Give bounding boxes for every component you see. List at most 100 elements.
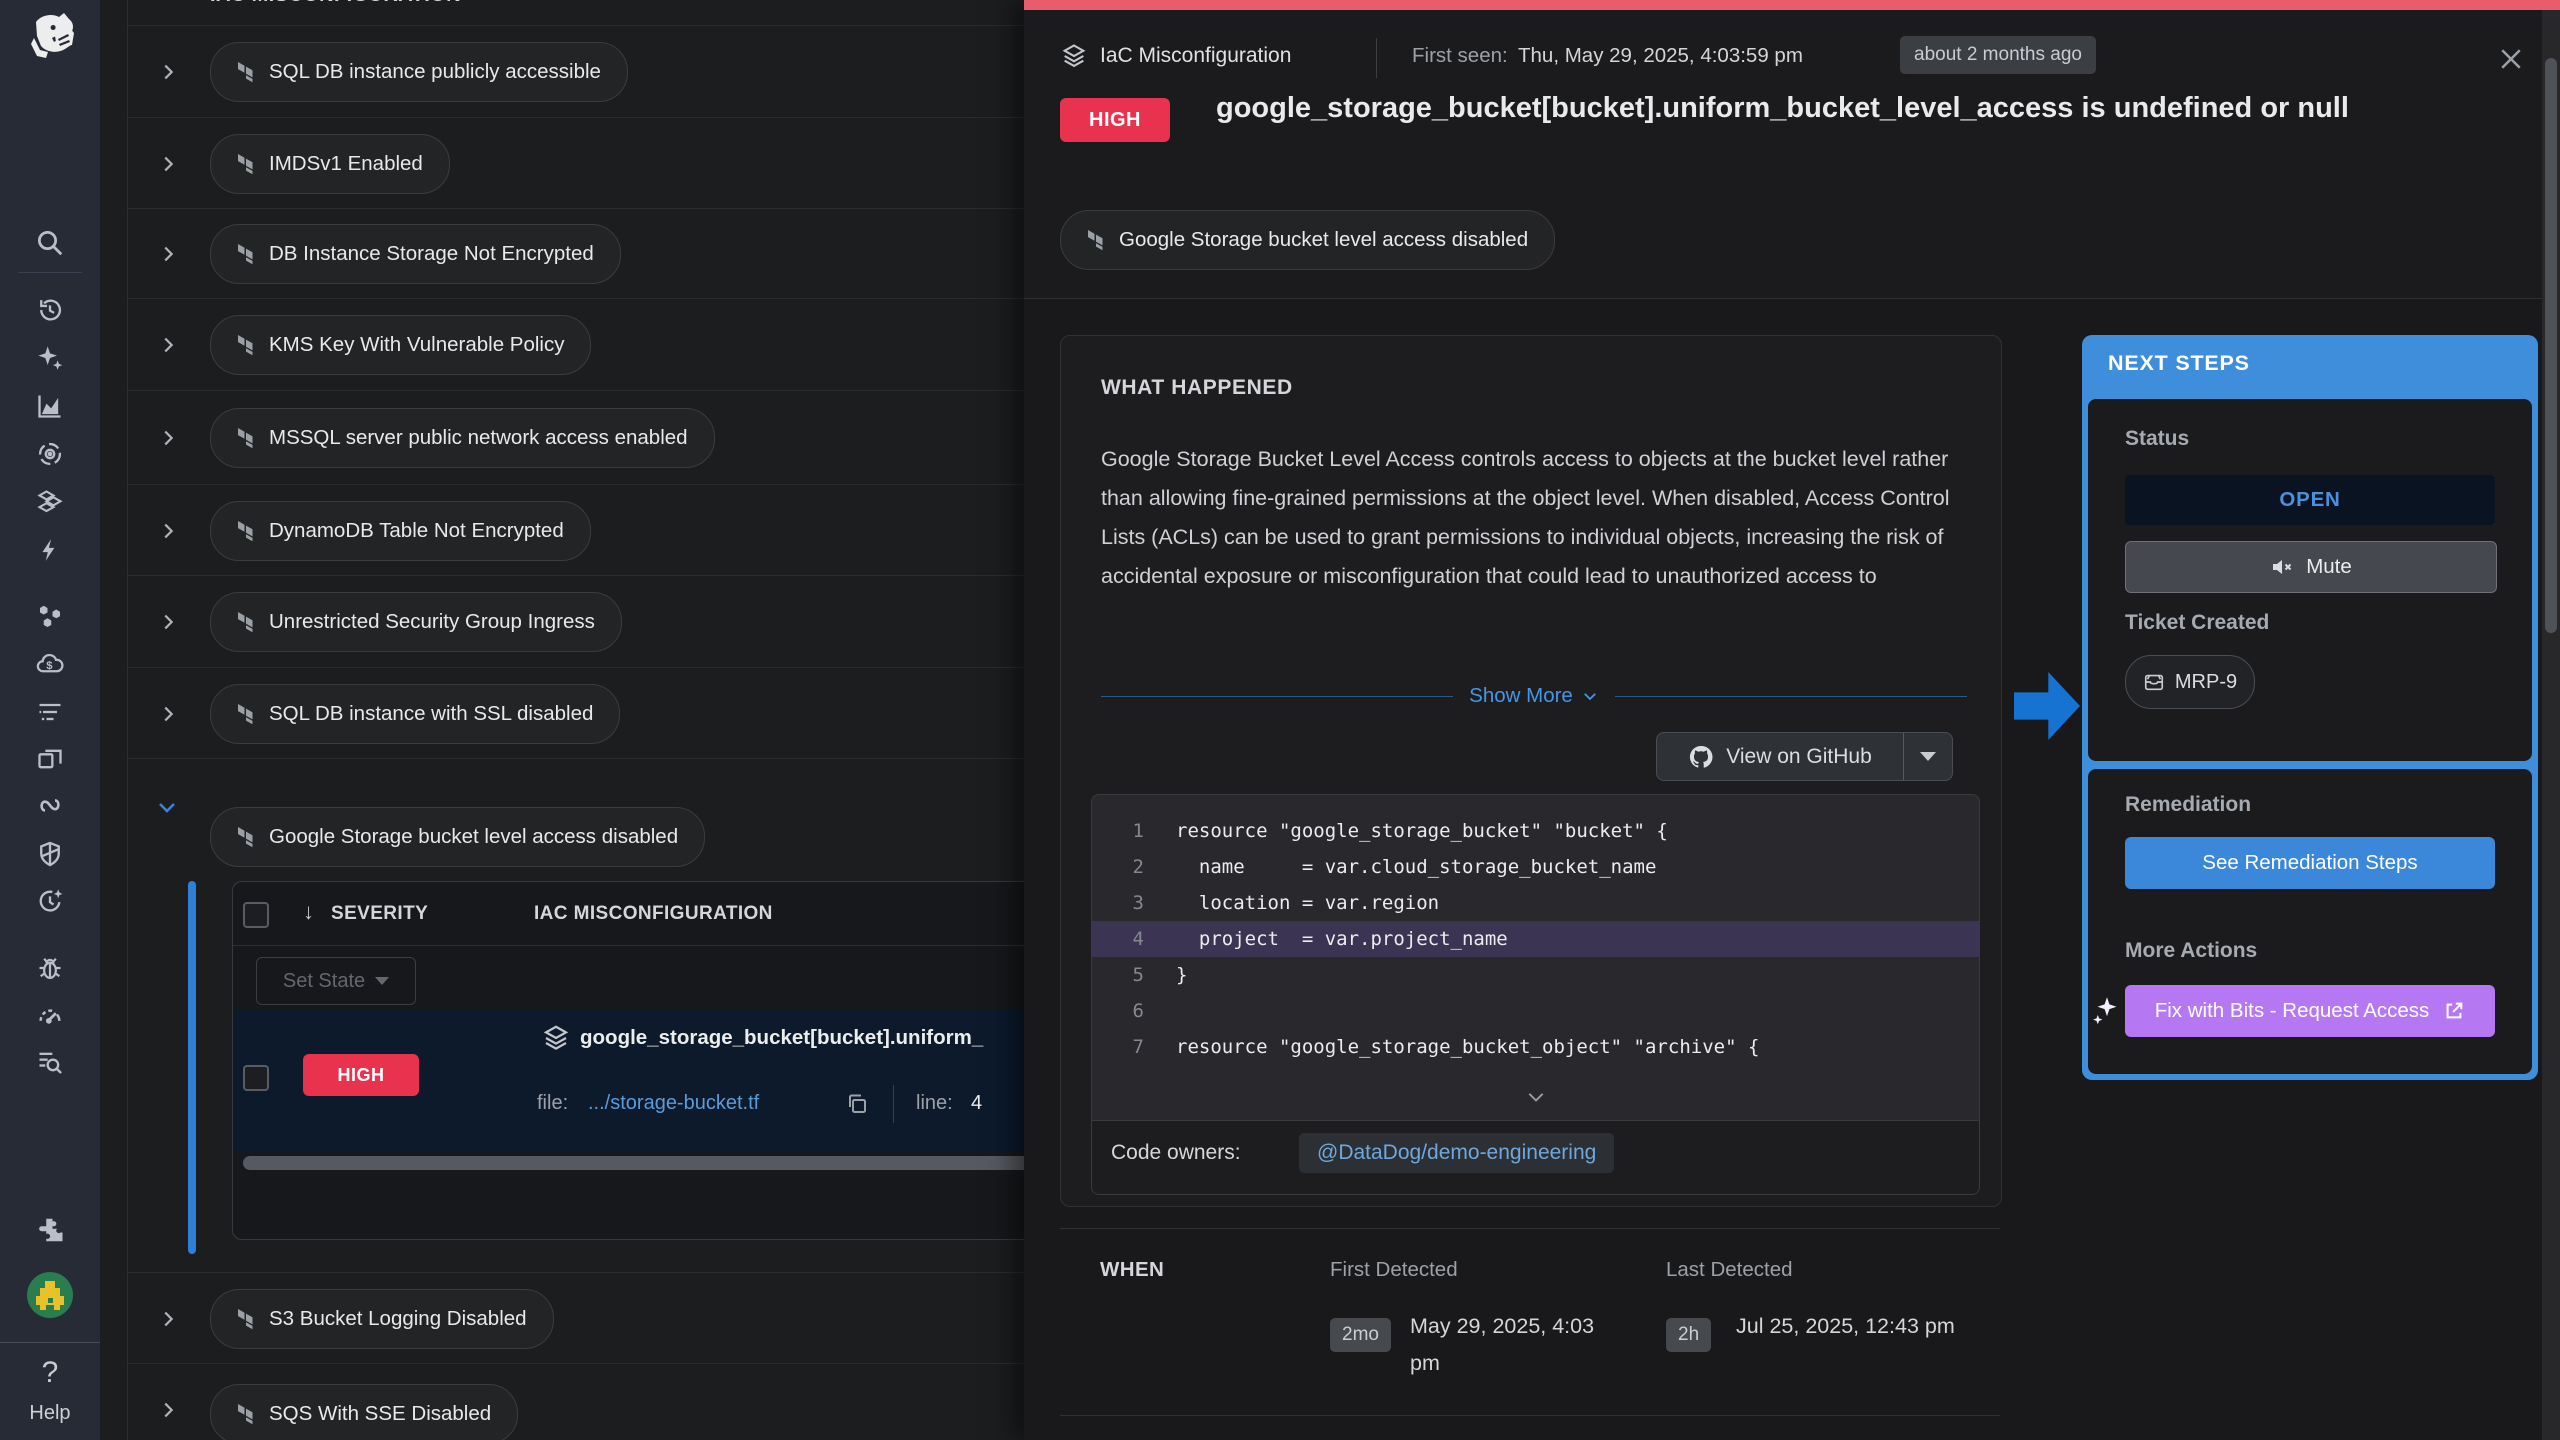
copy-icon[interactable] [845, 1092, 869, 1116]
error-tracking-bug-icon[interactable] [33, 951, 67, 985]
misconfiguration-column-header[interactable]: IAC MISCONFIGURATION [534, 903, 773, 925]
integrations-puzzle-icon[interactable] [33, 1213, 67, 1247]
misconfig-pill[interactable]: SQL DB instance publicly accessible [210, 42, 628, 102]
status-open-button[interactable]: OPEN [2125, 475, 2495, 525]
help-question-icon[interactable]: ? [0, 1356, 100, 1390]
chevron-right-icon[interactable] [157, 243, 179, 265]
expanded-indicator-bar [188, 881, 196, 1254]
external-link-icon [2443, 1000, 2465, 1022]
iac-stack-icon [541, 1023, 571, 1053]
misconfig-group-row[interactable]: S3 Bucket Logging Disabled [127, 1272, 1024, 1364]
terraform-icon [237, 703, 257, 725]
app-windows-icon[interactable] [33, 742, 67, 776]
code-line: 2 name = var.cloud_storage_bucket_name [1092, 849, 1979, 885]
quality-gauge-icon[interactable] [33, 998, 67, 1032]
misconfig-group-row[interactable]: SQL DB instance with SSL disabled [127, 667, 1024, 759]
org-avatar[interactable] [27, 1272, 73, 1318]
status-label: Status [2125, 427, 2189, 451]
see-remediation-steps-button[interactable]: See Remediation Steps [2125, 837, 2495, 889]
horizontal-scrollbar-thumb[interactable] [243, 1156, 1024, 1170]
misconfig-pill[interactable]: S3 Bucket Logging Disabled [210, 1289, 554, 1349]
misconfig-group-row[interactable]: DynamoDB Table Not Encrypted [127, 484, 1024, 576]
finding-row-selected[interactable]: HIGH google_storage_bucket[bucket].unifo… [233, 1009, 1024, 1152]
watchdog-target-icon[interactable] [33, 437, 67, 471]
misconfig-pill[interactable]: Unrestricted Security Group Ingress [210, 592, 622, 652]
chevron-right-icon[interactable] [157, 1308, 179, 1330]
line-label: line: [916, 1092, 953, 1115]
service-map-link-icon[interactable] [33, 789, 67, 823]
misconfig-pill[interactable]: SQL DB instance with SSL disabled [210, 684, 620, 744]
help-label[interactable]: Help [0, 1402, 100, 1425]
chevron-down-icon[interactable] [155, 795, 179, 819]
expand-code-chevron-icon[interactable] [1526, 1090, 1546, 1106]
rule-tag-pill[interactable]: Google Storage bucket level access disab… [1060, 210, 1555, 270]
misconfig-group-row[interactable]: KMS Key With Vulnerable Policy [127, 298, 1024, 391]
cloud-siem-clock-icon[interactable] [33, 884, 67, 918]
chevron-right-icon[interactable] [157, 153, 179, 175]
first-detected-label: First Detected [1330, 1258, 1458, 1282]
chevron-right-icon[interactable] [157, 703, 179, 725]
datadog-logo[interactable] [22, 8, 80, 66]
chevron-right-icon[interactable] [157, 61, 179, 83]
file-link[interactable]: .../storage-bucket.tf [588, 1092, 759, 1115]
cloud-cost-icon[interactable]: $ [33, 648, 67, 682]
misconfig-group-row[interactable]: MSSQL server public network access enabl… [127, 390, 1024, 485]
bits-ai-sparkles-icon[interactable] [33, 341, 67, 375]
chevron-right-icon[interactable] [157, 520, 179, 542]
show-more-link[interactable]: Show More [1469, 684, 1599, 708]
misconfig-pill[interactable]: DB Instance Storage Not Encrypted [210, 224, 621, 284]
misconfig-pill-expanded[interactable]: Google Storage bucket level access disab… [210, 807, 705, 867]
when-heading: WHEN [1100, 1258, 1164, 1282]
severity-badge: HIGH [303, 1054, 419, 1096]
misconfig-pill[interactable]: KMS Key With Vulnerable Policy [210, 315, 591, 375]
terraform-icon [237, 611, 257, 633]
history-icon[interactable] [33, 293, 67, 327]
set-state-button[interactable]: Set State [256, 957, 416, 1005]
misconfig-group-row[interactable]: Unrestricted Security Group Ingress [127, 575, 1024, 668]
search-icon[interactable] [33, 226, 67, 260]
chevron-right-icon[interactable] [157, 1399, 179, 1421]
show-more-row: Show More [1101, 682, 1967, 710]
misconfig-group-row[interactable]: SQL DB instance publicly accessible [127, 25, 1024, 118]
log-filter-icon[interactable] [33, 695, 67, 729]
remediation-card: Remediation See Remediation Steps More A… [2088, 769, 2532, 1074]
close-icon[interactable] [2496, 44, 2526, 74]
metrics-chart-icon[interactable] [33, 389, 67, 423]
sort-desc-icon[interactable]: ↓ [303, 899, 314, 925]
last-detected-age-badge: 2h [1666, 1318, 1711, 1352]
github-icon [1688, 744, 1714, 770]
row-checkbox[interactable] [243, 1065, 269, 1091]
chevron-right-icon[interactable] [157, 427, 179, 449]
vertical-scrollbar-thumb[interactable] [2545, 58, 2557, 633]
misconfig-pill[interactable]: IMDSv1 Enabled [210, 134, 450, 194]
github-dropdown-button[interactable] [1903, 732, 1953, 781]
last-detected-label: Last Detected [1666, 1258, 1793, 1282]
software-catalog-icon[interactable] [33, 485, 67, 519]
select-all-checkbox[interactable] [243, 902, 269, 928]
code-line: 5} [1092, 957, 1979, 993]
events-bolt-icon[interactable] [33, 533, 67, 567]
misconfig-pill[interactable]: MSSQL server public network access enabl… [210, 408, 715, 468]
first-seen-label: First seen: [1412, 44, 1508, 68]
misconfig-pill[interactable]: SQS With SSE Disabled [210, 1384, 518, 1440]
ticket-pill[interactable]: MRP-9 [2125, 655, 2255, 709]
misconfig-group-row[interactable]: IMDSv1 Enabled [127, 117, 1024, 209]
chevron-right-icon[interactable] [157, 334, 179, 356]
chevron-right-icon[interactable] [157, 611, 179, 633]
misconfig-pill[interactable]: DynamoDB Table Not Encrypted [210, 501, 591, 561]
security-shield-icon[interactable] [33, 837, 67, 871]
misconfig-group-row[interactable]: SQS With SSE Disabled [127, 1363, 1024, 1440]
more-actions-label: More Actions [2125, 939, 2257, 963]
finding-title: google_storage_bucket[bucket].uniform_ [580, 1026, 983, 1050]
mute-button[interactable]: Mute [2125, 541, 2497, 593]
resources-hexagons-icon[interactable] [33, 600, 67, 634]
misconfig-group-row[interactable]: DB Instance Storage Not Encrypted [127, 208, 1024, 299]
log-search-icon[interactable] [33, 1045, 67, 1079]
view-on-github-button[interactable]: View on GitHub [1656, 732, 1904, 781]
severity-column-header[interactable]: SEVERITY [331, 903, 428, 925]
terraform-icon [1087, 229, 1107, 251]
terraform-icon [237, 427, 257, 449]
left-nav-rail: $ ? Help [0, 0, 100, 1440]
fix-with-bits-button[interactable]: Fix with Bits - Request Access [2125, 985, 2495, 1037]
code-owners-link[interactable]: @DataDog/demo-engineering [1299, 1133, 1614, 1173]
